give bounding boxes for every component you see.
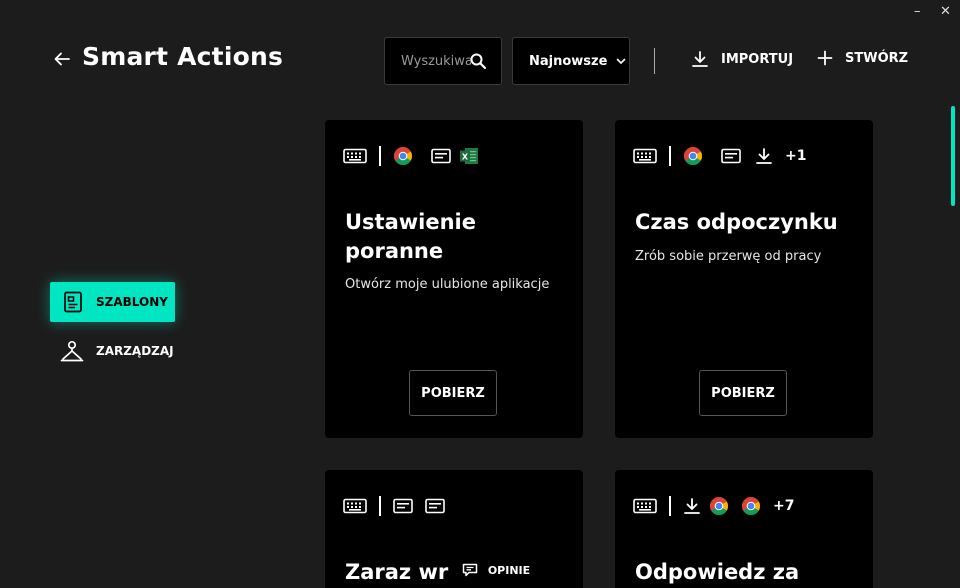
feedback-label: OPINIE — [487, 563, 531, 577]
card-description: Zrób sobie przerwę od pracy — [635, 249, 822, 264]
search-box[interactable] — [384, 37, 502, 85]
card-title: Czas odpoczynku — [635, 210, 838, 234]
text-icon — [721, 148, 741, 164]
create-label: STWÓRZ — [845, 50, 909, 66]
template-card-rest[interactable]: +1 Czas odpoczynku Zrób sobie przerwę od… — [615, 120, 873, 438]
download-button[interactable]: POBIERZ — [409, 370, 497, 416]
sidebar-item-manage[interactable]: ZARZĄDZAJ — [50, 331, 190, 371]
plus-icon — [817, 50, 833, 66]
chevron-down-icon — [617, 58, 626, 64]
more-apps-count: +1 — [785, 148, 807, 164]
template-card-morning[interactable]: Ustawienie poranne Otwórz moje ulubione … — [325, 120, 583, 438]
card-title: Ustawienie poranne — [345, 210, 476, 263]
text-icon — [393, 498, 413, 514]
keyboard-icon — [633, 148, 657, 164]
app-icons-row: +1 — [633, 146, 806, 166]
download-icon — [691, 50, 709, 68]
sort-label: Najnowsze — [529, 53, 608, 69]
card-description: Otwórz moje ulubione aplikacje — [345, 277, 550, 292]
more-apps-count: +7 — [773, 498, 795, 514]
toolbar-divider — [654, 48, 655, 74]
create-button[interactable]: STWÓRZ — [817, 50, 908, 66]
chrome-icon — [709, 496, 729, 516]
text-icon — [425, 498, 445, 514]
download-icon — [683, 497, 701, 515]
scrollbar-thumb[interactable] — [951, 106, 955, 206]
sort-dropdown[interactable]: Najnowsze — [512, 37, 630, 85]
chrome-icon — [741, 496, 761, 516]
text-icon — [431, 148, 451, 164]
page-title: Smart Actions — [82, 42, 284, 71]
search-icon[interactable] — [469, 52, 487, 70]
card-title: Odpowiedz za — [635, 560, 800, 584]
icon-divider — [379, 146, 381, 166]
keyboard-icon — [343, 498, 367, 514]
excel-icon — [459, 147, 479, 165]
icon-divider — [669, 496, 671, 516]
template-icon — [64, 291, 82, 313]
back-arrow-icon[interactable] — [52, 50, 72, 68]
download-icon — [755, 147, 773, 165]
keyboard-icon — [633, 498, 657, 514]
search-input[interactable] — [385, 38, 473, 84]
sidebar-item-templates[interactable]: SZABLONY — [50, 282, 175, 322]
chrome-icon — [393, 146, 413, 166]
template-card-reply[interactable]: +7 Odpowiedz za — [615, 470, 873, 588]
minimize-icon[interactable]: – — [914, 4, 921, 19]
feedback-button[interactable]: OPINIE — [450, 552, 542, 588]
app-icons-row — [343, 146, 491, 166]
feedback-icon — [462, 563, 478, 577]
app-icons-row — [343, 496, 457, 516]
icon-divider — [379, 496, 381, 516]
sidebar-item-label: ZARZĄDZAJ — [96, 344, 174, 358]
icon-divider — [669, 146, 671, 166]
close-icon[interactable]: ✕ — [940, 4, 951, 19]
import-label: IMPORTUJ — [721, 51, 794, 67]
keyboard-icon — [343, 148, 367, 164]
chrome-icon — [683, 146, 703, 166]
manage-icon — [60, 340, 84, 362]
download-button[interactable]: POBIERZ — [699, 370, 787, 416]
sidebar-item-label: SZABLONY — [96, 295, 168, 309]
import-button[interactable]: IMPORTUJ — [691, 50, 793, 68]
app-icons-row: +7 — [633, 496, 794, 516]
